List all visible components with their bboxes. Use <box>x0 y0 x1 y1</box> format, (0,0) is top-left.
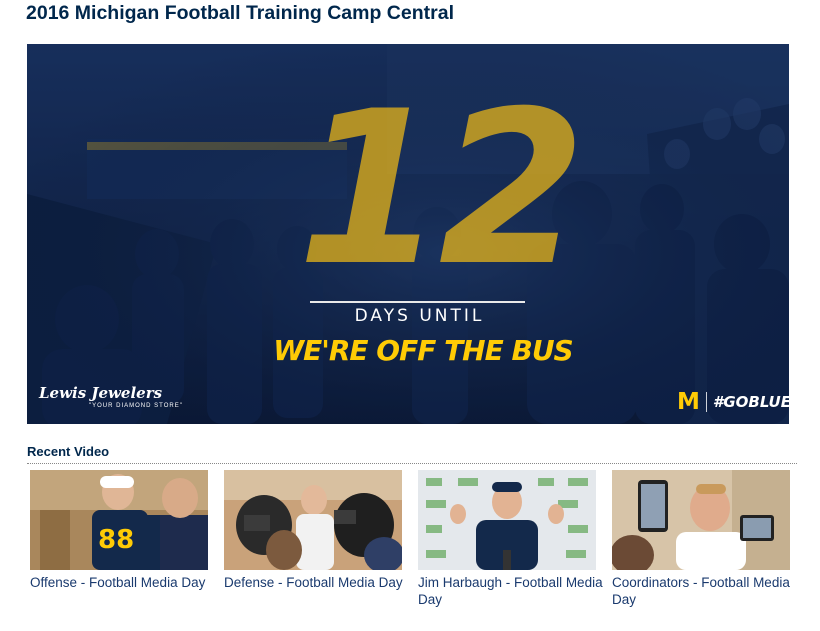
video-title[interactable]: Defense - Football Media Day <box>224 574 410 591</box>
video-thumbnail-defense[interactable] <box>224 470 402 570</box>
page-title: 2016 Michigan Football Training Camp Cen… <box>26 2 454 24</box>
video-thumbnail-offense[interactable]: 88 <box>30 470 208 570</box>
hero-headline: WE'RE OFF THE BUS <box>273 334 573 367</box>
video-item-harbaugh[interactable]: Jim Harbaugh - Football Media Day <box>418 470 604 608</box>
video-item-defense[interactable]: Defense - Football Media Day <box>224 470 410 591</box>
hashtag-label: #GOBLUE <box>712 393 789 411</box>
svg-text:88: 88 <box>98 525 134 555</box>
video-title[interactable]: Jim Harbaugh - Football Media Day <box>418 574 604 608</box>
countdown-label: DAYS UNTIL <box>354 306 485 326</box>
section-divider <box>27 463 797 464</box>
goblue-branding: M #GOBLUE <box>677 389 789 415</box>
countdown-number: 12 <box>297 65 586 312</box>
sponsor-name: Lewis Jewelers <box>39 384 163 402</box>
branding-divider <box>705 392 707 412</box>
sponsor-logo: Lewis Jewelers "YOUR DIAMOND STORE" <box>39 384 183 409</box>
hero-divider <box>310 301 525 303</box>
video-item-coordinators[interactable]: Coordinators - Football Media Day <box>612 470 798 608</box>
video-item-offense[interactable]: 88 Offense - Football Media Day <box>30 470 216 591</box>
hero-banner[interactable]: 12 DAYS UNTIL WE'RE OFF THE BUS Lewis Je… <box>27 44 789 424</box>
video-title[interactable]: Offense - Football Media Day <box>30 574 216 591</box>
video-title[interactable]: Coordinators - Football Media Day <box>612 574 798 608</box>
recent-video-heading: Recent Video <box>27 444 110 459</box>
block-m-logo-icon: M <box>677 389 700 415</box>
sponsor-tagline: "YOUR DIAMOND STORE" <box>89 403 183 409</box>
video-thumbnail-harbaugh[interactable] <box>418 470 596 570</box>
video-thumbnail-coordinators[interactable] <box>612 470 790 570</box>
